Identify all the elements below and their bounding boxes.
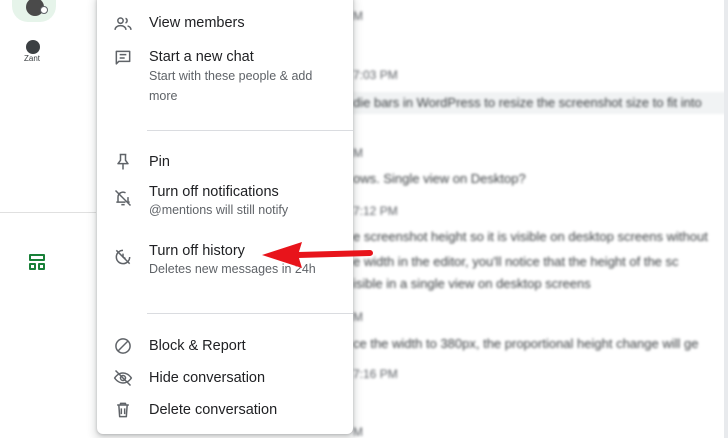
block-report-item[interactable]: Block & Report [97,334,353,358]
chat-message-text: isible in a single view on desktop scree… [353,276,591,291]
turn-off-history-label: Turn off history [149,243,245,259]
scrollbar[interactable] [724,0,728,438]
chat-history: M 7:03 PM die bars in WordPress to resize … [353,0,728,438]
hide-conversation-label: Hide conversation [149,370,266,386]
chat-timestamp: M [353,9,363,23]
contact-avatar[interactable] [26,40,40,54]
chat-message-text: e screenshot height so it is visible on … [353,229,708,244]
chat-timestamp: M [353,310,363,324]
chat-message-text: ce the width to 380px, the proportional … [353,336,699,351]
block-report-label: Block & Report [149,338,246,354]
chat-message-text: ows. Single view on Desktop? [353,171,526,186]
chat-timestamp: M [353,425,363,438]
left-rail: Zant [0,0,96,438]
active-chat-avatar[interactable] [12,0,56,22]
presence-dot [40,6,48,14]
turn-off-notifications-item[interactable]: Turn off notifications @mentions will st… [97,184,353,228]
menu-divider [147,313,353,314]
start-new-chat-label: Start a new chat [149,49,254,65]
chat-message-text: e width in the editor, you'll notice tha… [353,254,679,269]
people-icon [113,14,133,34]
chat-timestamp: 7:16 PM [353,367,398,381]
block-icon [113,336,133,356]
rail-divider [0,212,96,213]
chat-timestamp: 7:12 PM [353,204,398,218]
trash-icon [113,400,133,420]
pin-icon [113,152,133,172]
pin-item[interactable]: Pin [97,150,353,174]
notifications-off-icon [113,188,133,208]
annotation-arrow [262,242,373,268]
delete-conversation-label: Delete conversation [149,402,278,418]
view-members-item[interactable]: View members [97,12,353,36]
start-new-chat-item[interactable]: Start a new chat Start with these people… [97,46,353,106]
view-members-label: View members [149,15,245,31]
start-new-chat-description: Start with these people & add more [149,69,313,103]
menu-divider [147,130,353,131]
chat-icon [113,48,133,68]
chat-timestamp: M [353,146,363,160]
visibility-off-icon [113,368,133,388]
turn-off-notifications-label: Turn off notifications [149,184,279,200]
delete-conversation-item[interactable]: Delete conversation [97,398,353,422]
history-off-icon [113,247,133,267]
turn-off-notifications-description: @mentions will still notify [149,203,289,217]
conversation-menu: View members Start a new chat Start with… [97,0,353,434]
spaces-grid-icon[interactable] [29,254,45,270]
pin-label: Pin [149,154,170,170]
contact-label: Zant [24,54,41,63]
chat-timestamp: 7:03 PM [353,68,398,82]
hide-conversation-item[interactable]: Hide conversation [97,366,353,390]
chat-message-text: die bars in WordPress to resize the scre… [353,92,728,114]
